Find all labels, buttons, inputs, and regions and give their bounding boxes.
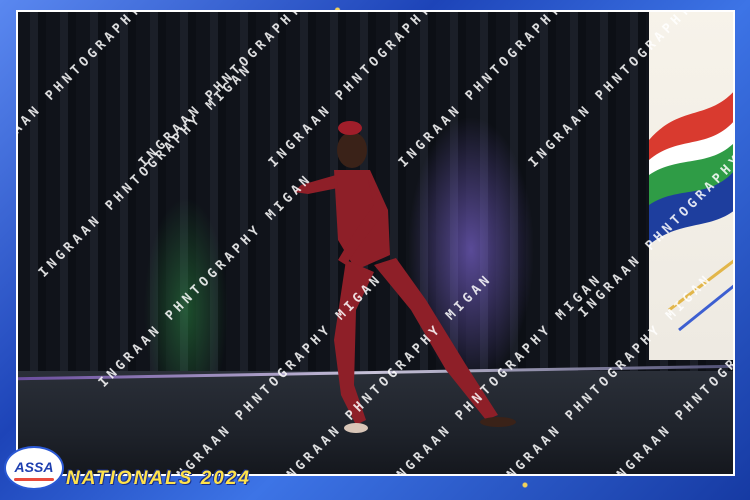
performance-photo <box>16 10 735 476</box>
logo-swoosh <box>14 478 54 481</box>
assa-logo: ASSA <box>4 446 64 490</box>
event-title: NATIONALS 2024 <box>66 468 251 489</box>
logo-text: ASSA <box>14 459 54 475</box>
dancer-figure <box>294 121 516 433</box>
